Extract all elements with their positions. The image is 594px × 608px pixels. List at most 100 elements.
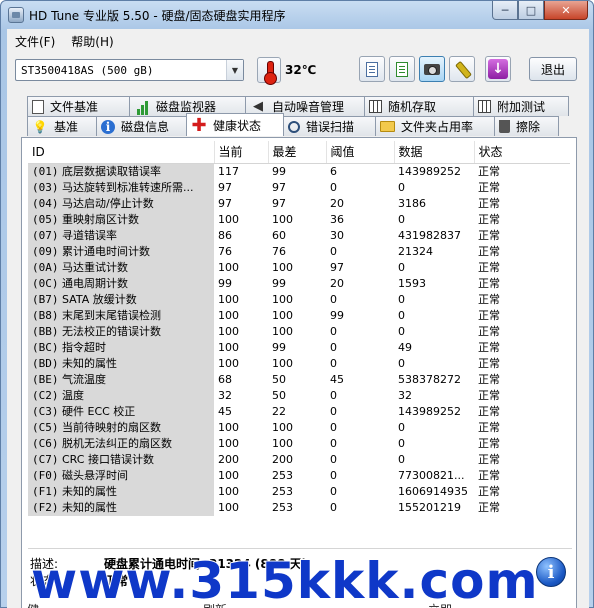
col-header-worst[interactable]: 最差 xyxy=(267,141,326,164)
screenshot-button[interactable] xyxy=(419,56,445,82)
drive-select[interactable]: ST3500418AS (500 gB) ▼ xyxy=(15,59,244,81)
tab-folder-usage[interactable]: 文件夹占用率 xyxy=(375,116,495,136)
maximize-button[interactable]: □ xyxy=(518,1,544,20)
cell-data: 3186 xyxy=(398,196,426,210)
attribute-name: 马达启动/停止计数 xyxy=(62,196,154,210)
table-row[interactable]: (C6) 脱机无法纠正的扇区数 100 100 0 0 正常 xyxy=(28,435,570,452)
tab-row-2: 💡 基准 i 磁盘信息 ✚ 健康状态 错误扫描 文件夹占用率 擦除 xyxy=(27,113,559,136)
cell-threshold: 99 xyxy=(330,308,344,322)
col-header-current[interactable]: 当前 xyxy=(213,141,268,164)
tab-erase[interactable]: 擦除 xyxy=(494,116,559,136)
table-row[interactable]: (B7) SATA 放缓计数 100 100 0 0 正常 xyxy=(28,291,570,308)
cell-current: 117 xyxy=(218,164,239,178)
magnifier-icon xyxy=(288,120,300,133)
cell-threshold: 0 xyxy=(330,404,337,418)
cell-id: (0C) 通电周期计数 xyxy=(28,275,214,292)
toolbar: ST3500418AS (500 gB) ▼ 32℃ ↓ 退出 xyxy=(7,53,589,87)
chevron-down-icon[interactable]: ▼ xyxy=(226,60,243,80)
cell-status: 正常 xyxy=(478,180,500,194)
save-button[interactable]: ↓ xyxy=(485,56,511,82)
cell-current: 45 xyxy=(218,404,232,418)
title-bar[interactable]: HD Tune 专业版 5.50 - 硬盘/固态硬盘实用程序 ─ □ ✕ xyxy=(1,1,593,29)
table-row[interactable]: (C3) 硬件 ECC 校正 45 22 0 143989252 正常 xyxy=(28,403,570,420)
table-row[interactable]: (F2) 未知的属性 100 253 0 155201219 正常 xyxy=(28,499,570,516)
table-row[interactable]: (07) 寻道错误率 86 60 30 431982837 正常 xyxy=(28,227,570,244)
cell-data: 0 xyxy=(398,452,405,466)
drive-select-value: ST3500418AS (500 gB) xyxy=(21,63,154,77)
tab-health[interactable]: ✚ 健康状态 xyxy=(186,113,284,136)
attribute-name: 脱机无法纠正的扇区数 xyxy=(62,436,172,450)
cell-status: 正常 xyxy=(478,468,500,482)
tab-disk-info[interactable]: i 磁盘信息 xyxy=(96,116,187,136)
attribute-name: 硬件 ECC 校正 xyxy=(62,404,136,418)
cell-worst: 100 xyxy=(272,420,293,434)
exit-button[interactable]: 退出 xyxy=(529,57,577,81)
col-header-status[interactable]: 状态 xyxy=(473,141,570,164)
cell-id: (F2) 未知的属性 xyxy=(28,499,214,516)
tab-random-access[interactable]: 随机存取 xyxy=(364,96,474,116)
cell-data: 143989252 xyxy=(398,404,461,418)
copy-text-button[interactable] xyxy=(359,56,385,82)
close-button[interactable]: ✕ xyxy=(544,1,588,20)
attribute-code: (C3) xyxy=(32,404,59,418)
table-row[interactable]: (B8) 末尾到末尾错误检测 100 100 99 0 正常 xyxy=(28,307,570,324)
cell-current: 200 xyxy=(218,452,239,466)
cell-status: 正常 xyxy=(478,484,500,498)
tab-error-scan[interactable]: 错误扫描 xyxy=(283,116,376,136)
table-row[interactable]: (C5) 当前待映射的扇区数 100 100 0 0 正常 xyxy=(28,419,570,436)
cell-current: 100 xyxy=(218,324,239,338)
table-row[interactable]: (BC) 指令超时 100 99 0 49 正常 xyxy=(28,339,570,356)
smart-table: ID 当前 最差 阈值 数据 状态 (01) 底层数据读取错误率 117 99 6 14… xyxy=(28,141,570,516)
cell-threshold: 0 xyxy=(330,452,337,466)
attribute-code: (05) xyxy=(32,212,59,226)
cell-status: 正常 xyxy=(478,292,500,306)
cell-worst: 253 xyxy=(272,484,293,498)
attribute-name: 底层数据读取错误率 xyxy=(62,164,161,178)
tab-extra-tests[interactable]: 附加测试 xyxy=(473,96,569,116)
menu-bar: 文件(F) 帮助(H) xyxy=(7,31,122,51)
table-row[interactable]: (05) 重映射扇区计数 100 100 36 0 正常 xyxy=(28,211,570,228)
tab-benchmark[interactable]: 💡 基准 xyxy=(27,116,97,136)
table-row[interactable]: (F1) 未知的属性 100 253 0 1606914935 正常 xyxy=(28,483,570,500)
table-row[interactable]: (C7) CRC 接口错误计数 200 200 0 0 正常 xyxy=(28,451,570,468)
copy-green-button[interactable] xyxy=(389,56,415,82)
table-row[interactable]: (0A) 马达重试计数 100 100 97 0 正常 xyxy=(28,259,570,276)
cell-id: (F0) 磁头悬浮时间 xyxy=(28,467,214,484)
cell-current: 32 xyxy=(218,388,232,402)
cell-data: 1606914935 xyxy=(398,484,468,498)
attribute-code: (B7) xyxy=(32,292,59,306)
smart-table-container[interactable]: ID 当前 最差 阈值 数据 状态 (01) 底层数据读取错误率 117 99 6 14… xyxy=(28,141,572,543)
table-row[interactable]: (BD) 未知的属性 100 100 0 0 正常 xyxy=(28,355,570,372)
cell-threshold: 20 xyxy=(330,196,344,210)
cell-status: 正常 xyxy=(478,404,500,418)
cell-threshold: 0 xyxy=(330,340,337,354)
cell-worst: 60 xyxy=(272,228,286,242)
attribute-name: 累计通电时间计数 xyxy=(62,244,150,258)
col-header-data[interactable]: 数据 xyxy=(393,141,474,164)
col-header-threshold[interactable]: 阈值 xyxy=(325,141,394,164)
menu-file[interactable]: 文件(F) xyxy=(7,31,63,51)
cell-threshold: 0 xyxy=(330,388,337,402)
options-button[interactable] xyxy=(449,56,475,82)
minimize-button[interactable]: ─ xyxy=(492,1,518,20)
table-row[interactable]: (04) 马达启动/停止计数 97 97 20 3186 正常 xyxy=(28,195,570,212)
table-row[interactable]: (C2) 温度 32 50 0 32 正常 xyxy=(28,387,570,404)
cell-threshold: 0 xyxy=(330,484,337,498)
screenshot-camera-icon xyxy=(424,63,440,75)
cell-status: 正常 xyxy=(478,260,500,274)
tab-file-benchmark[interactable]: 文件基准 xyxy=(27,96,130,116)
table-row[interactable]: (BB) 无法校正的错误计数 100 100 0 0 正常 xyxy=(28,323,570,340)
table-row[interactable]: (F0) 磁头悬浮时间 100 253 0 77300821... 正常 xyxy=(28,467,570,484)
attribute-name: 温度 xyxy=(62,388,84,402)
table-row[interactable]: (03) 马达旋转到标准转速所需... 97 97 0 0 正常 xyxy=(28,179,570,196)
attribute-name: 当前待映射的扇区数 xyxy=(62,420,161,434)
table-row[interactable]: (0C) 通电周期计数 99 99 20 1593 正常 xyxy=(28,275,570,292)
table-row[interactable]: (BE) 气流温度 68 50 45 538378272 正常 xyxy=(28,371,570,388)
cell-worst: 97 xyxy=(272,180,286,194)
col-header-id[interactable]: ID xyxy=(28,141,214,164)
cell-id: (F1) 未知的属性 xyxy=(28,483,214,500)
table-row[interactable]: (09) 累计通电时间计数 76 76 0 21324 正常 xyxy=(28,243,570,260)
cell-data: 0 xyxy=(398,308,405,322)
menu-help[interactable]: 帮助(H) xyxy=(63,31,121,51)
table-row[interactable]: (01) 底层数据读取错误率 117 99 6 143989252 正常 xyxy=(28,163,570,180)
